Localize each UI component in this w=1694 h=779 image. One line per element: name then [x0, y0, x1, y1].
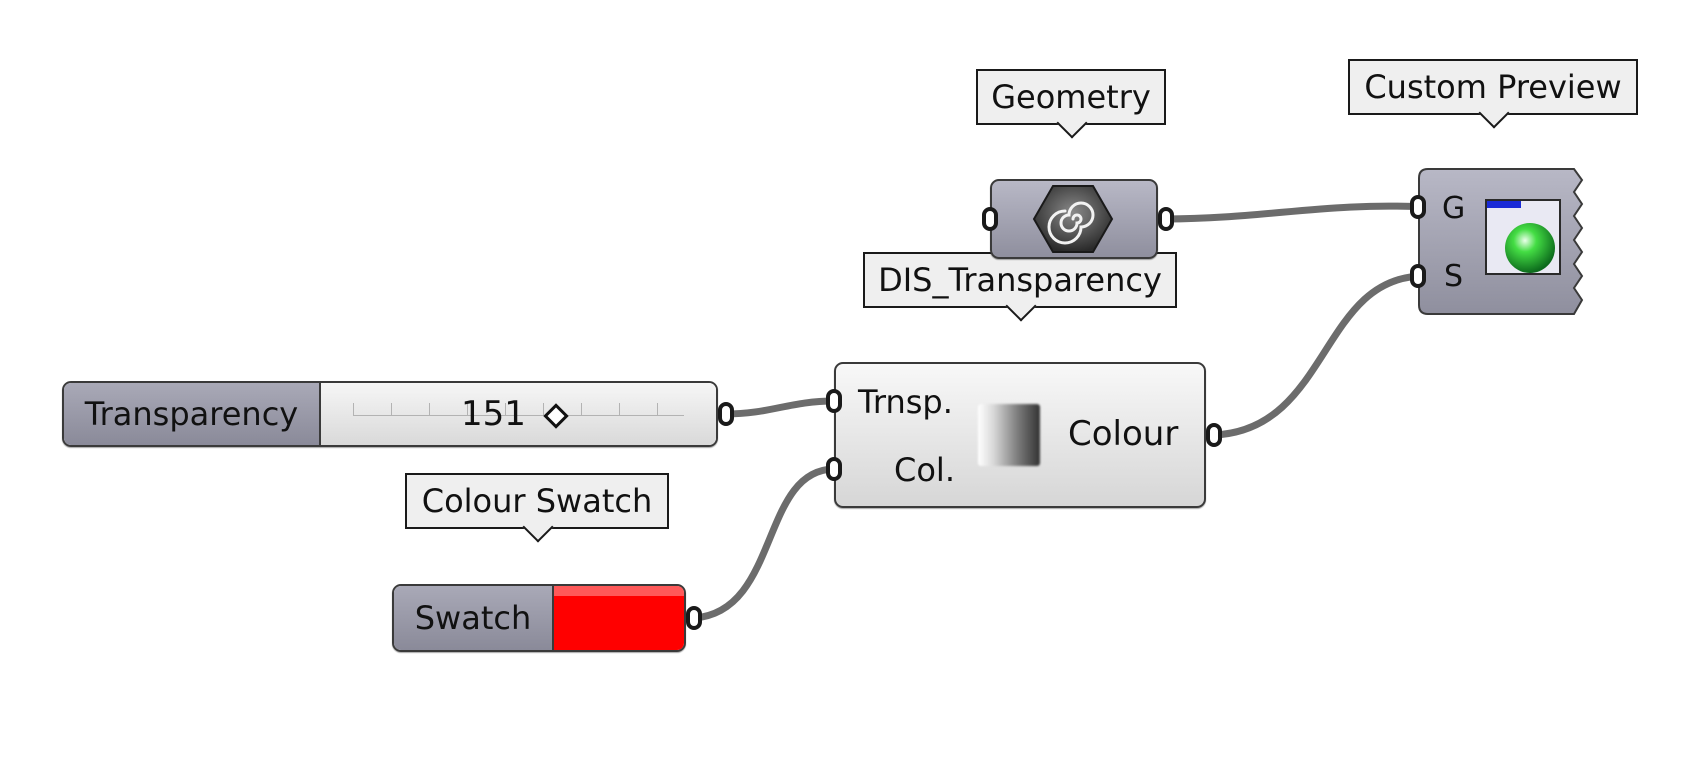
callout-colour-swatch-text: Colour Swatch	[421, 482, 653, 520]
callout-custom-preview: Custom Preview	[1348, 59, 1638, 115]
transparency-component[interactable]: Trnsp. Col. Colour	[834, 362, 1206, 508]
callout-dis-transparency-text: DIS_Transparency	[878, 261, 1162, 299]
geometry-param[interactable]	[990, 179, 1158, 259]
geometry-hexagon-spiral-icon	[1032, 185, 1114, 253]
input-s-label: S	[1444, 259, 1464, 294]
colour-swatch[interactable]: Swatch	[392, 584, 686, 652]
gradient-icon	[978, 404, 1040, 466]
geometry-input-grip[interactable]	[982, 207, 998, 231]
slider-name-label: Transparency	[64, 383, 321, 445]
input-g-label: G	[1442, 191, 1466, 226]
transparency-slider[interactable]: Transparency 151	[62, 381, 718, 447]
wire-colour-to-preview-s[interactable]	[1210, 272, 1428, 439]
callout-geometry: Geometry	[976, 69, 1166, 125]
trnsp-input-grip[interactable]	[826, 389, 842, 413]
custom-preview-component[interactable]: G S	[1418, 168, 1590, 318]
callout-colour-swatch: Colour Swatch	[405, 473, 669, 529]
wire-geometry-to-preview[interactable]	[1162, 202, 1428, 223]
preview-s-input-grip[interactable]	[1410, 264, 1426, 288]
callout-custom-preview-text: Custom Preview	[1364, 68, 1622, 106]
custom-preview-sphere-icon	[1485, 199, 1561, 275]
slider-value: 151	[461, 394, 526, 434]
colour-output-grip[interactable]	[1206, 423, 1222, 447]
geometry-output-grip[interactable]	[1158, 207, 1174, 231]
wire-swatch-to-col[interactable]	[690, 465, 838, 622]
swatch-color-box[interactable]	[554, 586, 684, 650]
wire-slider-to-trnsp[interactable]	[722, 397, 838, 418]
preview-g-input-grip[interactable]	[1410, 195, 1426, 219]
callout-dis-transparency: DIS_Transparency	[863, 252, 1177, 308]
callout-geometry-text: Geometry	[991, 78, 1151, 116]
col-input-grip[interactable]	[826, 457, 842, 481]
input-trnsp-label: Trnsp.	[858, 383, 953, 421]
output-colour-label: Colour	[1068, 414, 1179, 454]
slider-output-grip[interactable]	[718, 402, 734, 426]
swatch-name-label: Swatch	[394, 586, 554, 650]
input-col-label: Col.	[894, 451, 955, 489]
slider-rail[interactable]: 151	[321, 383, 716, 445]
swatch-output-grip[interactable]	[686, 606, 702, 630]
